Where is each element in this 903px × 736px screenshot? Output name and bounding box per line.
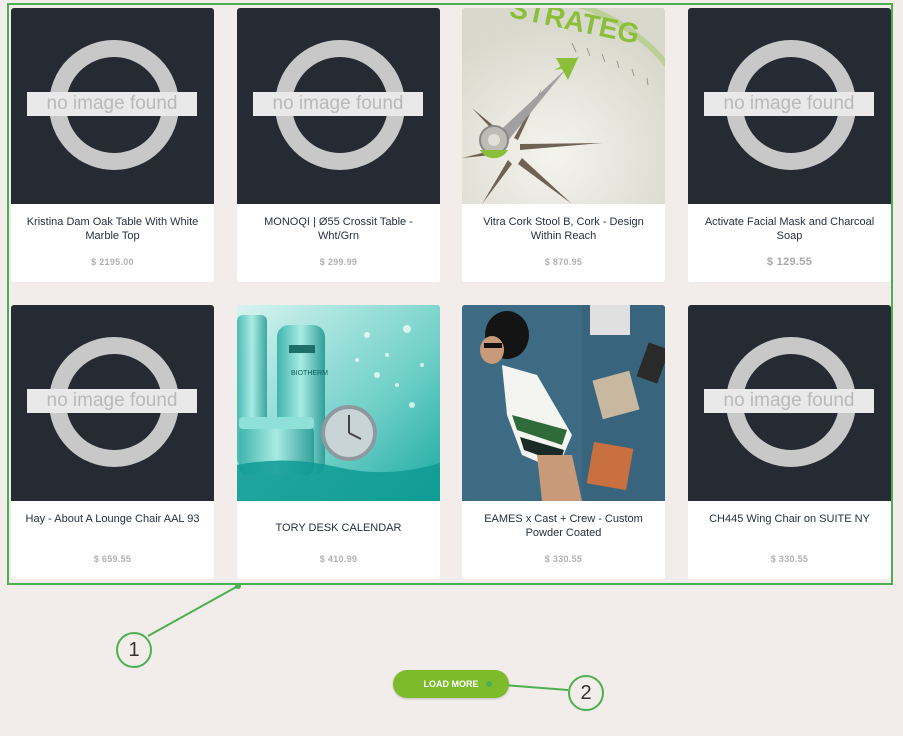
callout-marker-2: 2 (568, 675, 604, 711)
callout-marker-1: 1 (116, 632, 152, 668)
load-more-button[interactable]: LOAD MORE (393, 670, 509, 698)
annotation-leader-lines (147, 583, 569, 691)
load-more-label: LOAD MORE (423, 679, 479, 689)
callout-anchor-dot (486, 681, 492, 687)
